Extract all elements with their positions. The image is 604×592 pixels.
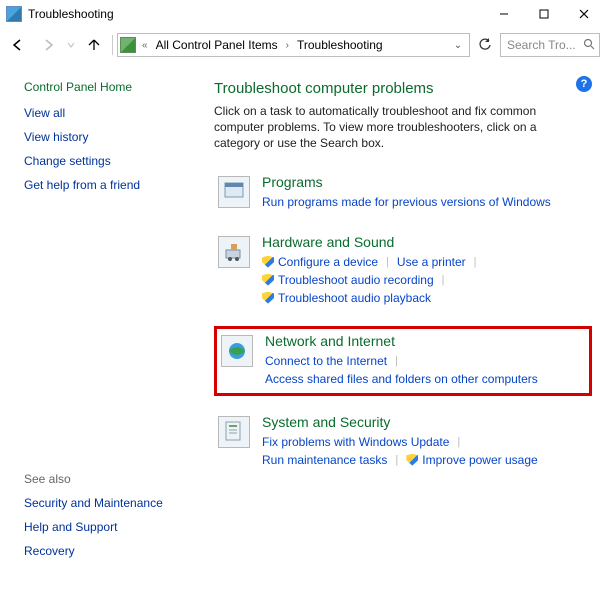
chevron-icon[interactable]: ›: [284, 40, 291, 51]
up-button[interactable]: [80, 31, 108, 59]
control-panel-home[interactable]: Control Panel Home: [24, 80, 214, 94]
separator: [112, 35, 113, 55]
section-network: Network and Internet Connect to the Inte…: [214, 326, 592, 396]
title-bar: Troubleshooting: [0, 0, 604, 28]
sidebar: Control Panel Home View all View history…: [24, 80, 214, 568]
address-bar[interactable]: « All Control Panel Items › Troubleshoot…: [117, 33, 470, 57]
breadcrumb-item[interactable]: Troubleshooting: [295, 38, 385, 52]
address-dropdown[interactable]: ⌄: [449, 40, 467, 51]
window-title: Troubleshooting: [28, 7, 114, 21]
category-programs[interactable]: Programs: [262, 174, 588, 190]
main-content: ? Troubleshoot computer problems Click o…: [214, 80, 592, 568]
section-system: System and Security Fix problems with Wi…: [214, 410, 592, 474]
sidebar-link-recovery[interactable]: Recovery: [24, 544, 214, 558]
recent-dropdown[interactable]: [64, 31, 78, 59]
link-power-usage[interactable]: Improve power usage: [406, 452, 537, 468]
control-panel-icon: [120, 37, 136, 53]
back-button[interactable]: [4, 31, 32, 59]
shield-icon: [262, 274, 274, 286]
sidebar-link-view-all[interactable]: View all: [24, 106, 214, 120]
chevron-icon[interactable]: «: [140, 40, 150, 51]
link-connect-internet[interactable]: Connect to the Internet: [265, 353, 387, 369]
link-access-shared[interactable]: Access shared files and folders on other…: [265, 371, 538, 387]
section-programs: Programs Run programs made for previous …: [214, 170, 592, 216]
breadcrumb-item[interactable]: All Control Panel Items: [154, 38, 280, 52]
shield-icon: [262, 256, 274, 268]
sidebar-link-change-settings[interactable]: Change settings: [24, 154, 214, 168]
section-hardware: Hardware and Sound Configure a device | …: [214, 230, 592, 312]
nav-toolbar: « All Control Panel Items › Troubleshoot…: [0, 28, 604, 62]
maximize-button[interactable]: [524, 0, 564, 28]
link-audio-playback[interactable]: Troubleshoot audio playback: [262, 290, 431, 306]
system-icon: [218, 416, 250, 448]
app-icon: [6, 6, 22, 22]
hardware-icon: [218, 236, 250, 268]
shield-icon: [262, 292, 274, 304]
help-icon[interactable]: ?: [576, 76, 592, 92]
programs-icon: [218, 176, 250, 208]
sidebar-link-help-support[interactable]: Help and Support: [24, 520, 214, 534]
see-also-label: See also: [24, 472, 214, 486]
forward-button[interactable]: [34, 31, 62, 59]
link-configure-device[interactable]: Configure a device: [262, 254, 378, 270]
search-input[interactable]: [505, 37, 579, 53]
refresh-button[interactable]: [472, 33, 498, 57]
network-icon: [221, 335, 253, 367]
sidebar-link-view-history[interactable]: View history: [24, 130, 214, 144]
link-run-compat[interactable]: Run programs made for previous versions …: [262, 194, 551, 210]
link-use-printer[interactable]: Use a printer: [397, 254, 466, 270]
category-network[interactable]: Network and Internet: [265, 333, 585, 349]
search-icon[interactable]: [583, 38, 595, 53]
link-audio-recording[interactable]: Troubleshoot audio recording: [262, 272, 434, 288]
search-box[interactable]: [500, 33, 600, 57]
page-description: Click on a task to automatically trouble…: [214, 103, 574, 152]
shield-icon: [406, 454, 418, 466]
category-hardware[interactable]: Hardware and Sound: [262, 234, 588, 250]
link-maintenance[interactable]: Run maintenance tasks: [262, 452, 387, 468]
sidebar-link-get-help[interactable]: Get help from a friend: [24, 178, 214, 192]
sidebar-link-security-maintenance[interactable]: Security and Maintenance: [24, 496, 214, 510]
minimize-button[interactable]: [484, 0, 524, 28]
link-windows-update[interactable]: Fix problems with Windows Update: [262, 434, 449, 450]
close-button[interactable]: [564, 0, 604, 28]
page-heading: Troubleshoot computer problems: [214, 80, 592, 97]
category-system[interactable]: System and Security: [262, 414, 588, 430]
